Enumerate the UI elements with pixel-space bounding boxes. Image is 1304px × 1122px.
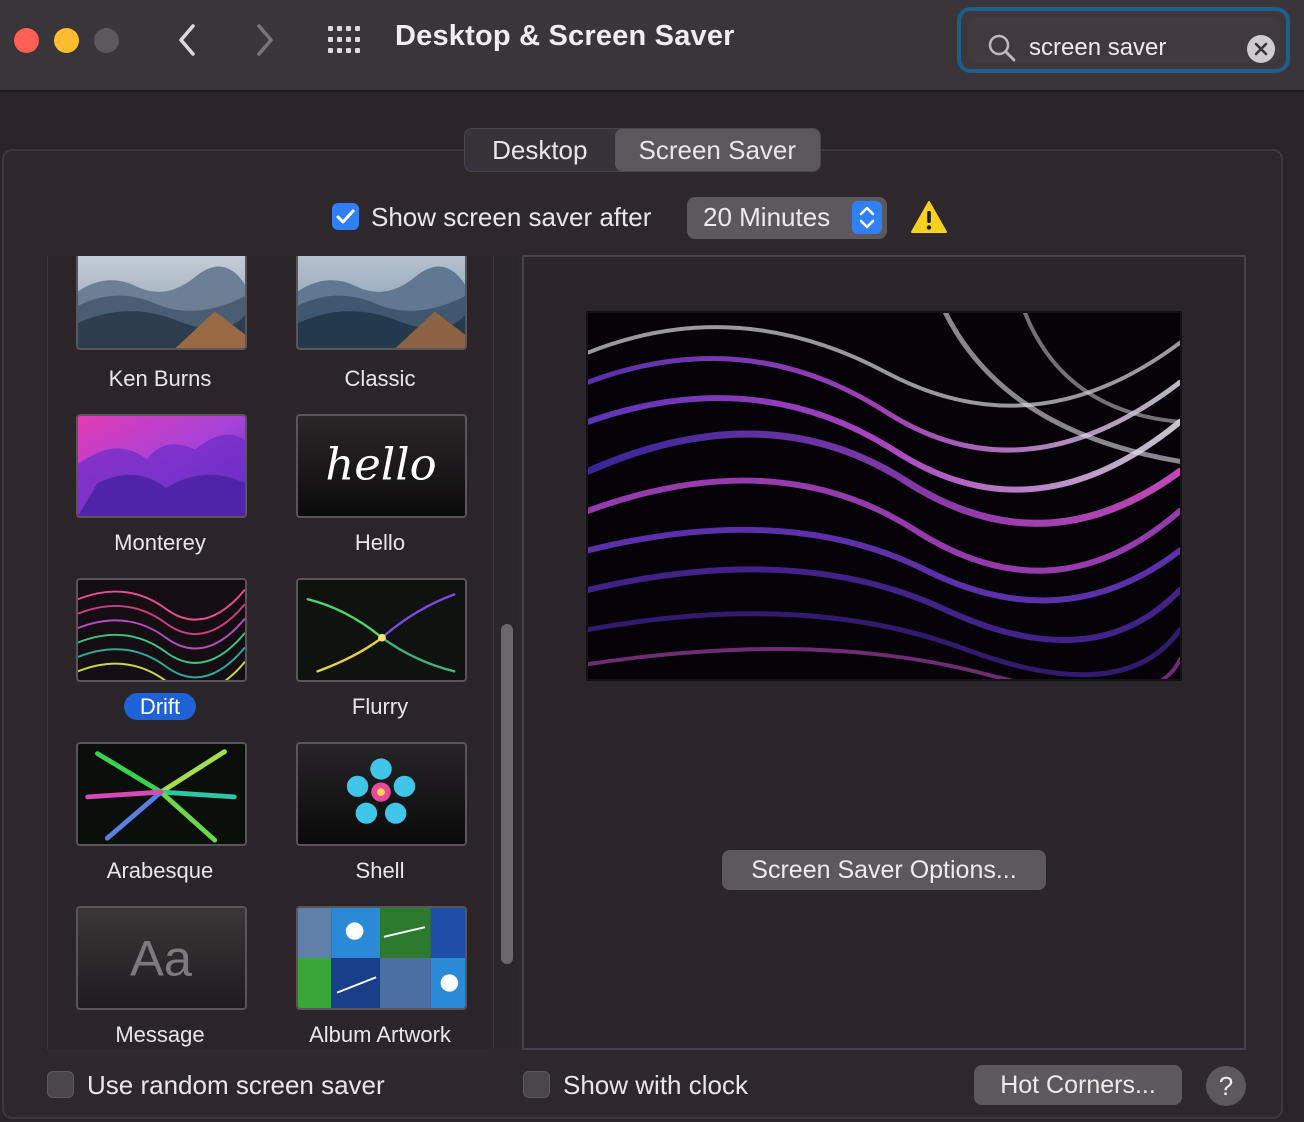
screen-saver-label-shell: Shell bbox=[355, 858, 405, 883]
screen-saver-thumb-shell[interactable] bbox=[296, 742, 467, 846]
tab-desktop[interactable]: Desktop bbox=[465, 129, 615, 171]
show-all-button[interactable] bbox=[326, 24, 364, 56]
screen-saver-label-hello: Hello bbox=[354, 530, 406, 555]
warning-icon[interactable] bbox=[910, 200, 948, 234]
magnifier-icon bbox=[987, 33, 1017, 63]
screen-saver-thumb-album-artwork[interactable] bbox=[296, 906, 467, 1010]
screen-saver-label-drift: Drift bbox=[60, 693, 260, 720]
screen-saver-thumb-message[interactable]: Aa bbox=[76, 906, 247, 1010]
screen-saver-label-arabesque: Arabesque bbox=[106, 858, 214, 883]
selected-label-drift: Drift bbox=[123, 693, 197, 720]
screen-saver-thumb-flurry[interactable] bbox=[296, 578, 467, 682]
screen-saver-label-ken-burns: Ken Burns bbox=[108, 366, 212, 391]
list-scrollbar-thumb[interactable] bbox=[501, 624, 513, 964]
screen-saver-thumb-ken-burns[interactable] bbox=[76, 256, 247, 350]
minimize-window-button[interactable] bbox=[54, 28, 79, 53]
message-thumb-text: Aa bbox=[130, 930, 193, 987]
screen-saver-thumb-hello[interactable]: hello bbox=[296, 414, 467, 518]
search-input[interactable] bbox=[1029, 31, 1229, 65]
clear-search-button[interactable] bbox=[1247, 35, 1275, 63]
search-field-inner bbox=[967, 17, 1280, 65]
back-button[interactable] bbox=[168, 20, 208, 60]
screen-saver-thumb-monterey[interactable] bbox=[76, 414, 247, 518]
title-bar: Desktop & Screen Saver bbox=[0, 0, 1304, 92]
popup-arrows-icon bbox=[852, 201, 882, 234]
checkmark-icon bbox=[336, 209, 355, 224]
show-with-clock-label: Show with clock bbox=[563, 1070, 748, 1100]
chevron-left-icon bbox=[179, 24, 195, 56]
screen-saver-thumb-arabesque[interactable] bbox=[76, 742, 247, 846]
show-screen-saver-checkbox[interactable] bbox=[332, 203, 359, 230]
screen-saver-thumb-drift[interactable] bbox=[76, 578, 247, 682]
close-window-button[interactable] bbox=[14, 28, 39, 53]
show-with-clock-checkbox[interactable] bbox=[523, 1071, 550, 1098]
screen-saver-preview bbox=[586, 311, 1182, 681]
screen-saver-label-monterey: Monterey bbox=[114, 530, 206, 555]
screen-saver-label-classic: Classic bbox=[344, 366, 416, 391]
idle-time-value: 20 Minutes bbox=[703, 202, 831, 232]
use-random-checkbox[interactable] bbox=[47, 1071, 74, 1098]
screen-saver-list[interactable]: Ken Burns Classic Monterey hello Hello D… bbox=[47, 256, 491, 1049]
screen-saver-options-button[interactable]: Screen Saver Options... bbox=[722, 850, 1046, 890]
tab-control: Desktop Screen Saver bbox=[464, 128, 821, 172]
help-button[interactable]: ? bbox=[1206, 1066, 1246, 1106]
hello-thumb-text: hello bbox=[325, 439, 436, 491]
search-field[interactable] bbox=[957, 7, 1290, 73]
hot-corners-button[interactable]: Hot Corners... bbox=[974, 1065, 1182, 1105]
chevron-right-icon bbox=[257, 24, 273, 56]
close-icon bbox=[1254, 42, 1268, 56]
screen-saver-label-flurry: Flurry bbox=[351, 694, 409, 719]
screen-saver-label-album-artwork: Album Artwork bbox=[309, 1022, 451, 1047]
idle-time-popup[interactable]: 20 Minutes bbox=[687, 197, 887, 239]
tab-screen-saver[interactable]: Screen Saver bbox=[614, 129, 820, 171]
forward-button[interactable] bbox=[244, 20, 284, 60]
screen-saver-thumb-classic[interactable] bbox=[296, 256, 467, 350]
list-scrollbar[interactable] bbox=[493, 256, 519, 1049]
grid-icon bbox=[328, 26, 360, 53]
show-screen-saver-label: Show screen saver after bbox=[371, 202, 652, 232]
window-title: Desktop & Screen Saver bbox=[395, 20, 735, 52]
screen-saver-label-message: Message bbox=[115, 1022, 205, 1047]
use-random-label: Use random screen saver bbox=[87, 1070, 385, 1100]
zoom-window-button[interactable] bbox=[94, 28, 119, 53]
